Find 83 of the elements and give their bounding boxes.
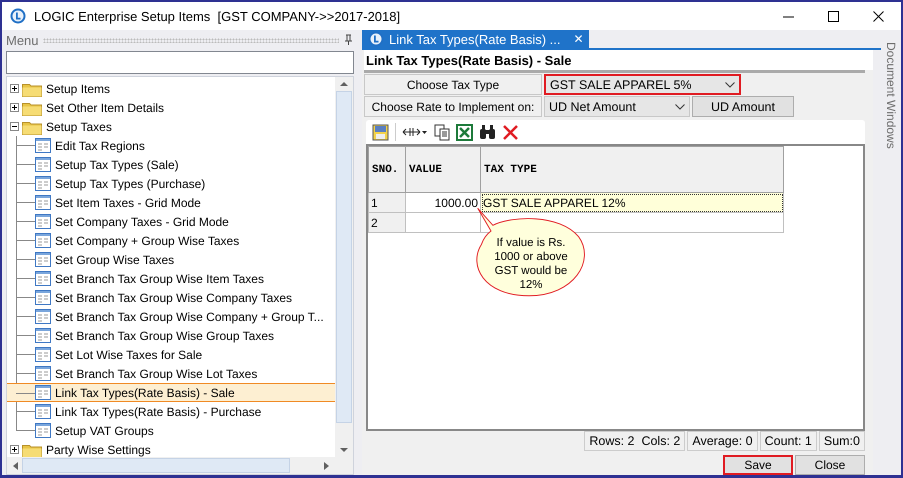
scrollbar-thumb[interactable] [22,458,290,473]
tree-item[interactable]: Set Branch Tax Group Wise Company + Group T... [54,308,325,324]
form-icon [35,214,51,229]
expander-icon[interactable] [10,122,19,131]
action-button[interactable]: Close [795,455,865,475]
form-icon [35,157,51,172]
tree-item[interactable]: Set Group Wise Taxes [54,252,176,268]
tab-label: Link Tax Types(Rate Basis) ... [389,32,560,46]
tree-item[interactable]: Set Other Item Details [45,100,166,116]
document-tab[interactable]: Link Tax Types(Rate Basis) ... ✕ [362,30,590,48]
tree-item[interactable]: Setup Tax Types (Sale) [54,156,180,172]
column-header[interactable]: TAX TYPE [480,146,784,192]
callout-text: If value is Rs. 1000 or above GST would be 12% [493,236,569,292]
tree-item[interactable]: Setup VAT Groups [54,422,155,438]
dropdown-field[interactable]: GST SALE APPAREL 5% [544,74,741,95]
form-icon [35,404,51,419]
spreadsheet-icon[interactable] [456,124,473,140]
form-icon [35,271,51,286]
scroll-left-icon[interactable] [13,462,18,470]
action-button[interactable]: Save [723,455,793,475]
tree-item[interactable]: Edit Tax Regions [54,138,146,154]
form-icon [35,290,51,305]
row-number: 2 [368,212,406,232]
form-icon [35,328,51,343]
amount-button[interactable]: UD Amount [692,96,794,117]
form-icon [35,309,51,324]
form-icon [35,233,51,248]
tree-item[interactable]: Setup Tax Types (Purchase) [54,176,206,192]
scrollbar-thumb[interactable] [336,91,352,423]
column-header[interactable]: VALUE [406,146,480,192]
tree-item[interactable]: Link Tax Types(Rate Basis) - Purchase [54,404,262,420]
tab-close-button[interactable]: ✕ [573,32,584,46]
delete-icon[interactable] [502,124,519,140]
form-icon [35,366,51,381]
maximize-icon[interactable] [828,10,839,22]
field-label: Choose Rate to Implement on: [364,96,542,117]
save-icon[interactable] [372,124,389,140]
form-icon [35,138,51,153]
window-title: LOGIC Enterprise Setup Items [GST COMPANY->>2017-2018] [34,8,402,24]
scroll-down-icon[interactable] [340,447,348,453]
copy-icon[interactable] [434,124,450,140]
binoculars-icon[interactable] [479,124,496,140]
chevron-down-icon [725,82,735,88]
pin-icon[interactable] [343,34,354,46]
app-logo-icon [10,8,26,24]
form-icon [35,195,51,210]
form-icon [35,423,51,438]
form-title: Link Tax Types(Rate Basis) - Sale [364,50,873,70]
tree-item[interactable]: Setup Taxes [45,118,113,134]
row-number: 1 [368,192,406,212]
expander-icon[interactable] [10,103,19,112]
status-cell: Rows: 2 Cols: 2 [584,431,686,451]
expander-icon[interactable] [10,445,19,454]
close-icon[interactable] [873,10,884,22]
form-icon [35,176,51,191]
status-cell: Count: 1 [760,431,817,451]
dropdown-field[interactable]: UD Net Amount [544,96,690,117]
chevron-down-icon [675,104,685,110]
tree-item[interactable]: Set Branch Tax Group Wise Lot Taxes [54,366,258,382]
tree-item[interactable]: Set Company Taxes - Grid Mode [54,214,230,230]
field-label: Choose Tax Type [364,74,542,95]
expander-icon[interactable] [10,84,19,93]
form-icon [35,252,51,267]
tree-item[interactable]: Set Lot Wise Taxes for Sale [54,346,204,362]
panel-title: Menu [6,32,39,48]
tree-item[interactable]: Set Branch Tax Group Wise Item Taxes [54,270,265,286]
scroll-right-icon[interactable] [324,462,329,470]
status-cell: Sum:0 [818,431,865,451]
tree-item[interactable]: Set Item Taxes - Grid Mode [54,194,202,210]
status-cell: Average: 0 [687,431,758,451]
tree-item[interactable]: Set Company + Group Wise Taxes [54,232,240,248]
side-tab[interactable]: Document Windows [884,42,898,475]
tree-item[interactable]: Setup Items [45,80,112,96]
form-icon [35,347,51,362]
column-header[interactable]: SNO. [368,146,406,192]
table-cell[interactable]: GST SALE APPAREL 12% [480,192,784,212]
tree-item[interactable]: Party Wise Settings [45,442,152,457]
form-icon [35,385,51,400]
search-field[interactable] [6,51,354,74]
column-width-icon[interactable] [402,125,428,139]
scroll-up-icon[interactable] [340,81,348,87]
tree-item[interactable]: Set Branch Tax Group Wise Group Taxes [54,328,275,344]
tree-item[interactable]: Set Branch Tax Group Wise Company Taxes [54,290,293,306]
